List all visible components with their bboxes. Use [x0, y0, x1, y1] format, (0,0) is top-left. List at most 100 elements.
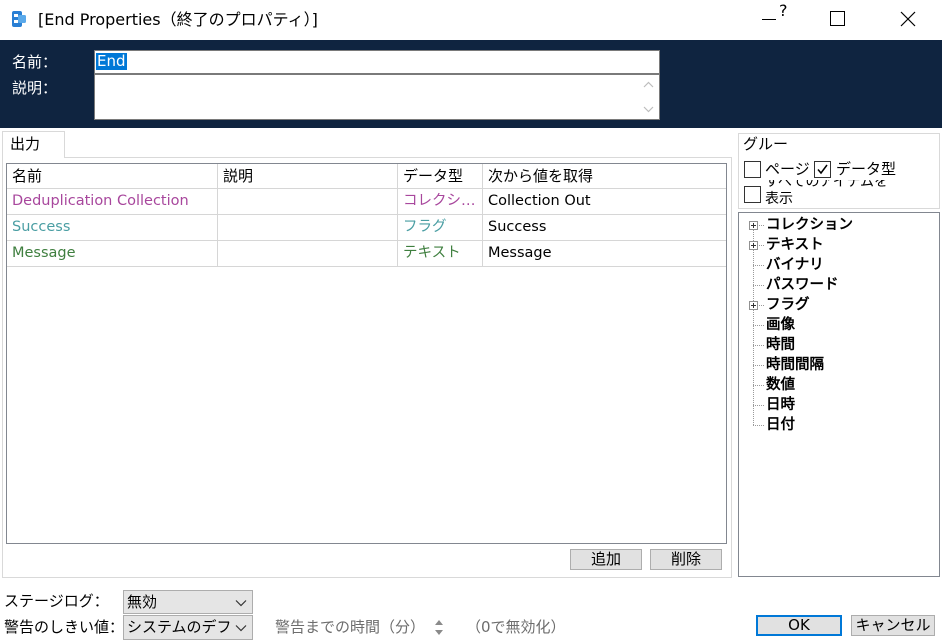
minimize-icon — [762, 19, 776, 20]
tree-item-label: 時間 — [766, 337, 795, 353]
warning-threshold-select[interactable]: システムのデフォルト — [123, 615, 253, 640]
tree-item-date[interactable]: 日付 — [739, 415, 939, 435]
expand-icon[interactable] — [749, 221, 758, 230]
tree-item-binary[interactable]: バイナリ — [739, 255, 939, 275]
app-icon — [10, 10, 28, 28]
output-panel: 名前 説明 データ型 次から値を取得 Deduplication Collect… — [2, 157, 732, 578]
tree-item-password[interactable]: パスワード — [739, 275, 939, 295]
checkmark-icon — [817, 164, 828, 175]
name-label: 名前： — [12, 53, 58, 71]
title-bar: [End Properties（終了のプロパティ）] ? — [0, 0, 942, 40]
cell-name[interactable]: Message — [7, 241, 218, 266]
cell-name[interactable]: Success — [7, 215, 218, 240]
tab-output[interactable]: 出力 — [2, 131, 65, 158]
warning-threshold-label: 警告のしきい値： — [4, 618, 125, 636]
column-header-name[interactable]: 名前 — [7, 164, 218, 188]
tree-item-label: コレクション — [766, 217, 853, 233]
tree-connector — [753, 285, 764, 286]
ok-button[interactable]: OK — [756, 615, 842, 636]
column-header-get-value-from[interactable]: 次から値を取得 — [483, 164, 726, 188]
help-button[interactable]: ? — [779, 1, 788, 21]
tree-item-label: 時間間隔 — [766, 357, 824, 373]
tree-item-time[interactable]: 時間 — [739, 335, 939, 355]
warning-threshold-value: システムのデフォルト — [127, 618, 231, 636]
minimize-button[interactable] — [762, 12, 778, 28]
tree-item-label: バイナリ — [766, 257, 824, 273]
description-label: 説明： — [12, 79, 58, 97]
cell-get-value-from[interactable]: Collection Out — [483, 189, 726, 214]
close-button[interactable] — [900, 11, 916, 27]
cell-description[interactable] — [218, 215, 398, 240]
show-all-items-label[interactable]: すべてのアイテムを表示 — [765, 180, 895, 204]
expand-icon[interactable] — [749, 301, 758, 310]
cell-get-value-from[interactable]: Message — [483, 241, 726, 266]
tree-item-label: 数値 — [766, 377, 795, 393]
scroll-up-icon[interactable] — [643, 81, 654, 88]
tree-item-datetime[interactable]: 日時 — [739, 395, 939, 415]
cancel-button[interactable]: キャンセル — [851, 615, 935, 636]
tree-connector — [753, 365, 764, 366]
cell-description[interactable] — [218, 189, 398, 214]
chevron-down-icon — [235, 625, 247, 632]
tree-connector — [753, 345, 764, 346]
tree-item-image[interactable]: 画像 — [739, 315, 939, 335]
maximize-icon — [830, 11, 845, 26]
group-by-page-checkbox[interactable] — [744, 161, 761, 178]
group-title: グルー — [743, 135, 789, 153]
tree-item-number[interactable]: 数値 — [739, 375, 939, 395]
stage-log-label: ステージログ： — [4, 592, 109, 610]
tree-item-label: パスワード — [766, 277, 839, 293]
tree-item-label: 日付 — [766, 417, 795, 433]
group-by-page-label[interactable]: ページ — [765, 160, 810, 178]
tree-item-collection[interactable]: コレクション — [739, 215, 939, 235]
tree-connector — [753, 385, 764, 386]
cell-data-type[interactable]: コレクシ… — [398, 189, 483, 214]
properties-header: 名前： 説明： End — [0, 40, 942, 128]
tree-item-label: フラグ — [766, 297, 810, 313]
expand-icon[interactable] — [749, 241, 758, 250]
column-header-data-type[interactable]: データ型 — [398, 164, 483, 188]
warning-time-spinner[interactable] — [432, 616, 446, 639]
cell-get-value-from[interactable]: Success — [483, 215, 726, 240]
tree-item-label: 日時 — [766, 397, 795, 413]
table-row[interactable]: Deduplication Collection コレクシ… Collectio… — [7, 189, 726, 215]
window-title: [End Properties（終了のプロパティ）] — [38, 10, 318, 29]
tree-connector — [753, 265, 764, 266]
description-input[interactable] — [94, 74, 660, 120]
table-row[interactable]: Message テキスト Message — [7, 241, 726, 267]
table-row[interactable]: Success フラグ Success — [7, 215, 726, 241]
tree-item-label: テキスト — [766, 237, 824, 253]
column-header-description[interactable]: 説明 — [218, 164, 398, 188]
tree-connector — [753, 325, 764, 326]
cell-description[interactable] — [218, 241, 398, 266]
show-all-items-label-clip: すべてのアイテムを表示 — [765, 180, 905, 204]
spinner-arrows-icon — [435, 620, 443, 635]
cell-name[interactable]: Deduplication Collection — [7, 189, 218, 214]
tree-item-label: 画像 — [766, 317, 795, 333]
warning-time-label: 警告までの時間（分） — [275, 618, 426, 636]
tree-connector — [753, 405, 764, 406]
add-button[interactable]: 追加 — [570, 549, 642, 570]
group-by-data-type-label[interactable]: データ型 — [836, 160, 896, 178]
tree-item-timespan[interactable]: 時間間隔 — [739, 355, 939, 375]
cell-data-type[interactable]: フラグ — [398, 215, 483, 240]
output-table: 名前 説明 データ型 次から値を取得 Deduplication Collect… — [6, 163, 727, 544]
name-input-value: End — [96, 52, 127, 70]
scroll-down-icon[interactable] — [643, 106, 654, 113]
stage-log-value: 無効 — [127, 593, 158, 611]
cell-data-type[interactable]: テキスト — [398, 241, 483, 266]
tree-item-flag[interactable]: フラグ — [739, 295, 939, 315]
show-all-items-checkbox[interactable] — [744, 186, 761, 203]
name-input[interactable]: End — [94, 50, 660, 74]
maximize-button[interactable] — [830, 11, 846, 27]
description-scrollbar[interactable] — [638, 75, 659, 119]
stage-log-select[interactable]: 無効 — [123, 590, 253, 614]
group-by-data-type-checkbox[interactable] — [814, 161, 831, 178]
grouping-box: グルー ページ データ型 すべてのアイテムを表示 — [738, 133, 940, 209]
close-icon — [900, 11, 916, 27]
tree-item-text[interactable]: テキスト — [739, 235, 939, 255]
chevron-down-icon — [235, 600, 247, 607]
delete-button[interactable]: 削除 — [650, 549, 722, 570]
table-header-row: 名前 説明 データ型 次から値を取得 — [7, 164, 726, 189]
disable-hint: （0で無効化） — [466, 618, 566, 636]
